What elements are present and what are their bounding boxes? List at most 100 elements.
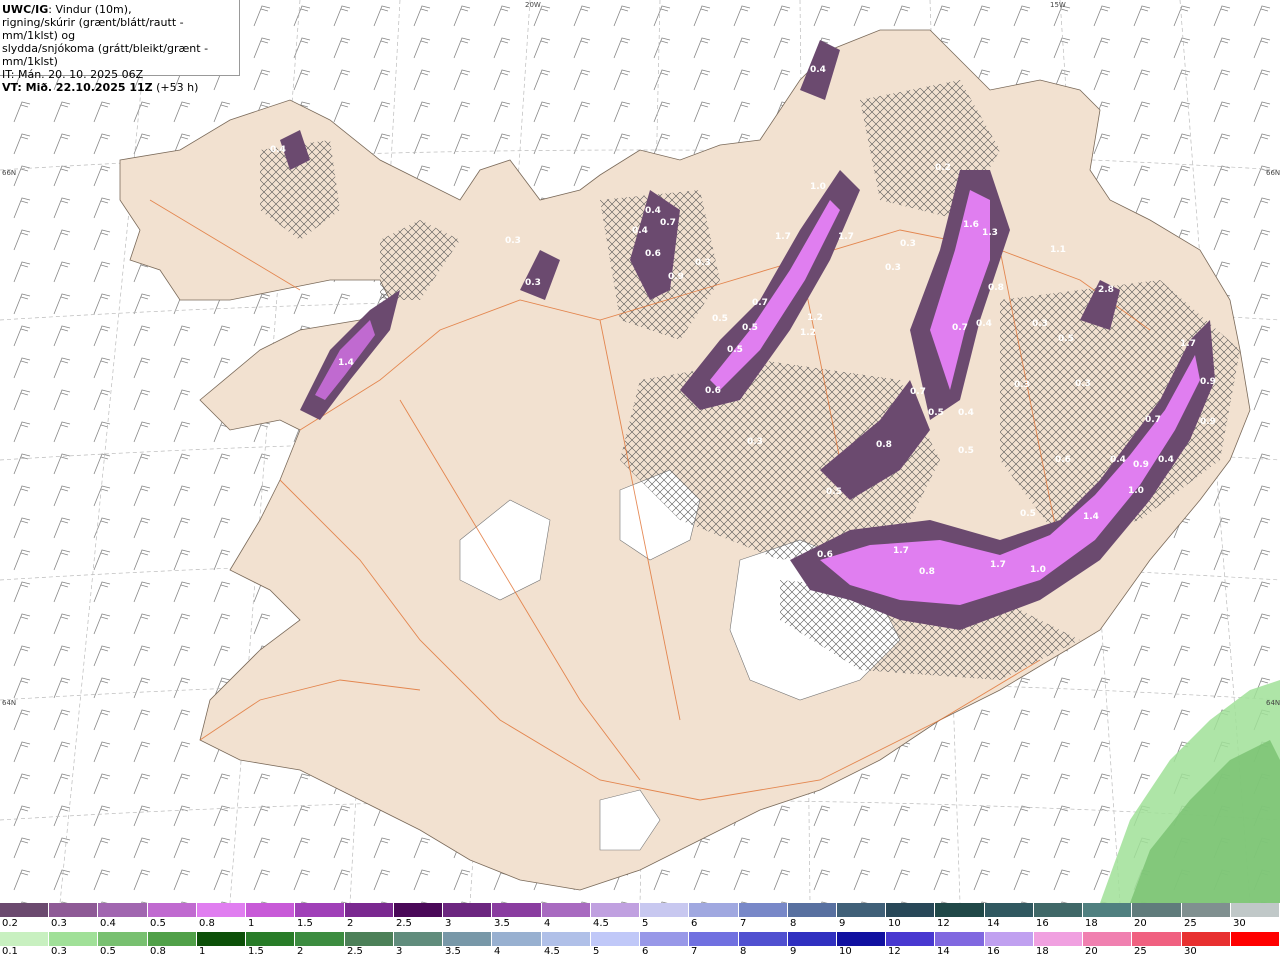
rain-legend-label: 2 xyxy=(297,946,304,957)
snow-legend-label: 18 xyxy=(1085,918,1098,929)
map-label: 1.7 xyxy=(838,232,854,242)
map-label: 0.6 xyxy=(1055,455,1071,465)
title-box: UWC/IG: Vindur (10m), rigning/skúrir (gr… xyxy=(0,0,240,94)
rain-legend-label: 10 xyxy=(839,946,852,957)
map-label: 0.3 xyxy=(505,236,521,246)
snow-legend-swatch xyxy=(738,903,788,917)
title-line2: rigning/skúrir (grænt/blátt/rautt - mm/1… xyxy=(2,16,184,42)
rain-legend-label: 14 xyxy=(937,946,950,957)
lead-time: (+53 h) xyxy=(156,81,199,94)
snow-legend-swatch xyxy=(1033,903,1084,917)
rain-legend-swatch xyxy=(443,932,493,946)
map-label: 0.5 xyxy=(742,323,758,333)
rain-legend-swatch xyxy=(393,932,444,946)
map-label: 1.4 xyxy=(338,358,354,368)
map-label: 0.2 xyxy=(935,163,951,173)
snow-legend-swatch xyxy=(590,903,641,917)
grid-label-20w: 20W xyxy=(525,1,541,9)
map-label: 0.3 xyxy=(1075,379,1091,389)
rain-legend-swatch xyxy=(590,932,641,946)
rain-legend-swatch xyxy=(196,932,247,946)
rain-legend-swatch xyxy=(787,932,837,946)
snow-legend-swatches xyxy=(0,903,1280,917)
title-line1: : Vindur (10m), xyxy=(48,3,132,16)
snow-legend-label: 1 xyxy=(248,918,255,929)
map-label: 0.3 xyxy=(1032,319,1048,329)
rain-legend-swatches xyxy=(0,932,1280,946)
map-label: 1.0 xyxy=(1128,486,1144,496)
rain-legend-label: 1 xyxy=(199,946,206,957)
snow-legend-swatch xyxy=(1230,903,1280,917)
map-label: 2.8 xyxy=(1098,285,1114,295)
snow-legend-label: 0.3 xyxy=(51,918,67,929)
rain-legend-swatch xyxy=(492,932,542,946)
rain-legend-label: 0.5 xyxy=(100,946,116,957)
rain-legend-swatch xyxy=(98,932,148,946)
map-label: 0.4 xyxy=(1110,455,1126,465)
rain-legend-swatch xyxy=(246,932,296,946)
map-label: 1.3 xyxy=(982,228,998,238)
map-label: 0.4 xyxy=(958,408,974,418)
rain-legend-swatch xyxy=(1181,932,1231,946)
rain-legend-label: 4.5 xyxy=(544,946,560,957)
map-label: 1.7 xyxy=(893,546,909,556)
grid-label-64n-left: 64N xyxy=(2,699,16,707)
rain-legend-label: 1.5 xyxy=(248,946,264,957)
valid-time: VT: Mið. 22.10.2025 11Z xyxy=(2,81,153,94)
rain-legend-label: 9 xyxy=(790,946,797,957)
snow-legend-label: 5 xyxy=(642,918,649,929)
rain-legend-label: 0.1 xyxy=(2,946,18,957)
snow-legend-label: 4.5 xyxy=(593,918,609,929)
snow-legend-label: 9 xyxy=(839,918,846,929)
rain-legend-label: 25 xyxy=(1134,946,1147,957)
map-label: 0.9 xyxy=(1133,460,1149,470)
snow-legend-label: 12 xyxy=(937,918,950,929)
snow-legend-label: 8 xyxy=(790,918,797,929)
snow-legend-swatch xyxy=(49,903,99,917)
rain-legend-swatch xyxy=(1083,932,1133,946)
map-label: 1.7 xyxy=(1180,339,1196,349)
snow-legend-swatch xyxy=(344,903,394,917)
snow-legend-label: 0.2 xyxy=(2,918,18,929)
map-label: 0.8 xyxy=(919,567,935,577)
map-label: 0.6 xyxy=(817,550,833,560)
snow-legend-label: 14 xyxy=(987,918,1000,929)
rain-legend-swatch xyxy=(49,932,99,946)
init-time: IT: Mán. 20. 10. 2025 06Z xyxy=(2,68,144,81)
rain-legend-label: 3.5 xyxy=(445,946,461,957)
map-label: 0.7 xyxy=(752,298,768,308)
snow-legend-label: 1.5 xyxy=(297,918,313,929)
rain-legend-label: 7 xyxy=(691,946,698,957)
title-line3: slydda/snjókoma (grátt/bleikt/grænt - mm… xyxy=(2,42,209,68)
snow-legend-label: 3 xyxy=(445,918,452,929)
snow-legend-swatch xyxy=(246,903,296,917)
grid-label-64n-right: 64N xyxy=(1266,699,1280,707)
rain-legend-swatch xyxy=(541,932,591,946)
grid-label-15w: 15W xyxy=(1050,1,1066,9)
map-label: 0.4 xyxy=(1158,455,1174,465)
map-label: 0.6 xyxy=(645,249,661,259)
map-label: 1.4 xyxy=(1083,512,1099,522)
rain-legend-labels: 0.1 0.3 0.5 0.8 1 1.5 2 2.5 3 3.5 4 4.5 5 6 7 8 9 10 12 14 1… xyxy=(0,946,1280,960)
snow-legend-label: 7 xyxy=(740,918,747,929)
map-label: 0.4 xyxy=(632,226,648,236)
snow-legend-label: 0.4 xyxy=(100,918,116,929)
snow-legend-label: 0.8 xyxy=(199,918,215,929)
snow-legend-label: 10 xyxy=(888,918,901,929)
grid-label-66n-left: 66N xyxy=(2,169,16,177)
rain-legend-label: 16 xyxy=(987,946,1000,957)
map-label: 1.7 xyxy=(775,232,791,242)
map-label: 0.6 xyxy=(705,386,721,396)
map-label: 0.7 xyxy=(910,387,926,397)
map-label: 0.4 xyxy=(645,206,661,216)
rain-legend-label: 3 xyxy=(396,946,403,957)
map-label: 0.5 xyxy=(712,314,728,324)
snow-legend-swatch xyxy=(443,903,493,917)
rain-legend-label: 20 xyxy=(1085,946,1098,957)
snow-legend-swatch xyxy=(836,903,887,917)
rain-legend-label: 5 xyxy=(593,946,600,957)
snow-legend-swatch xyxy=(541,903,591,917)
map-label: 0.9 xyxy=(1200,417,1216,427)
snow-legend-swatch xyxy=(787,903,837,917)
snow-legend-swatch xyxy=(640,903,690,917)
